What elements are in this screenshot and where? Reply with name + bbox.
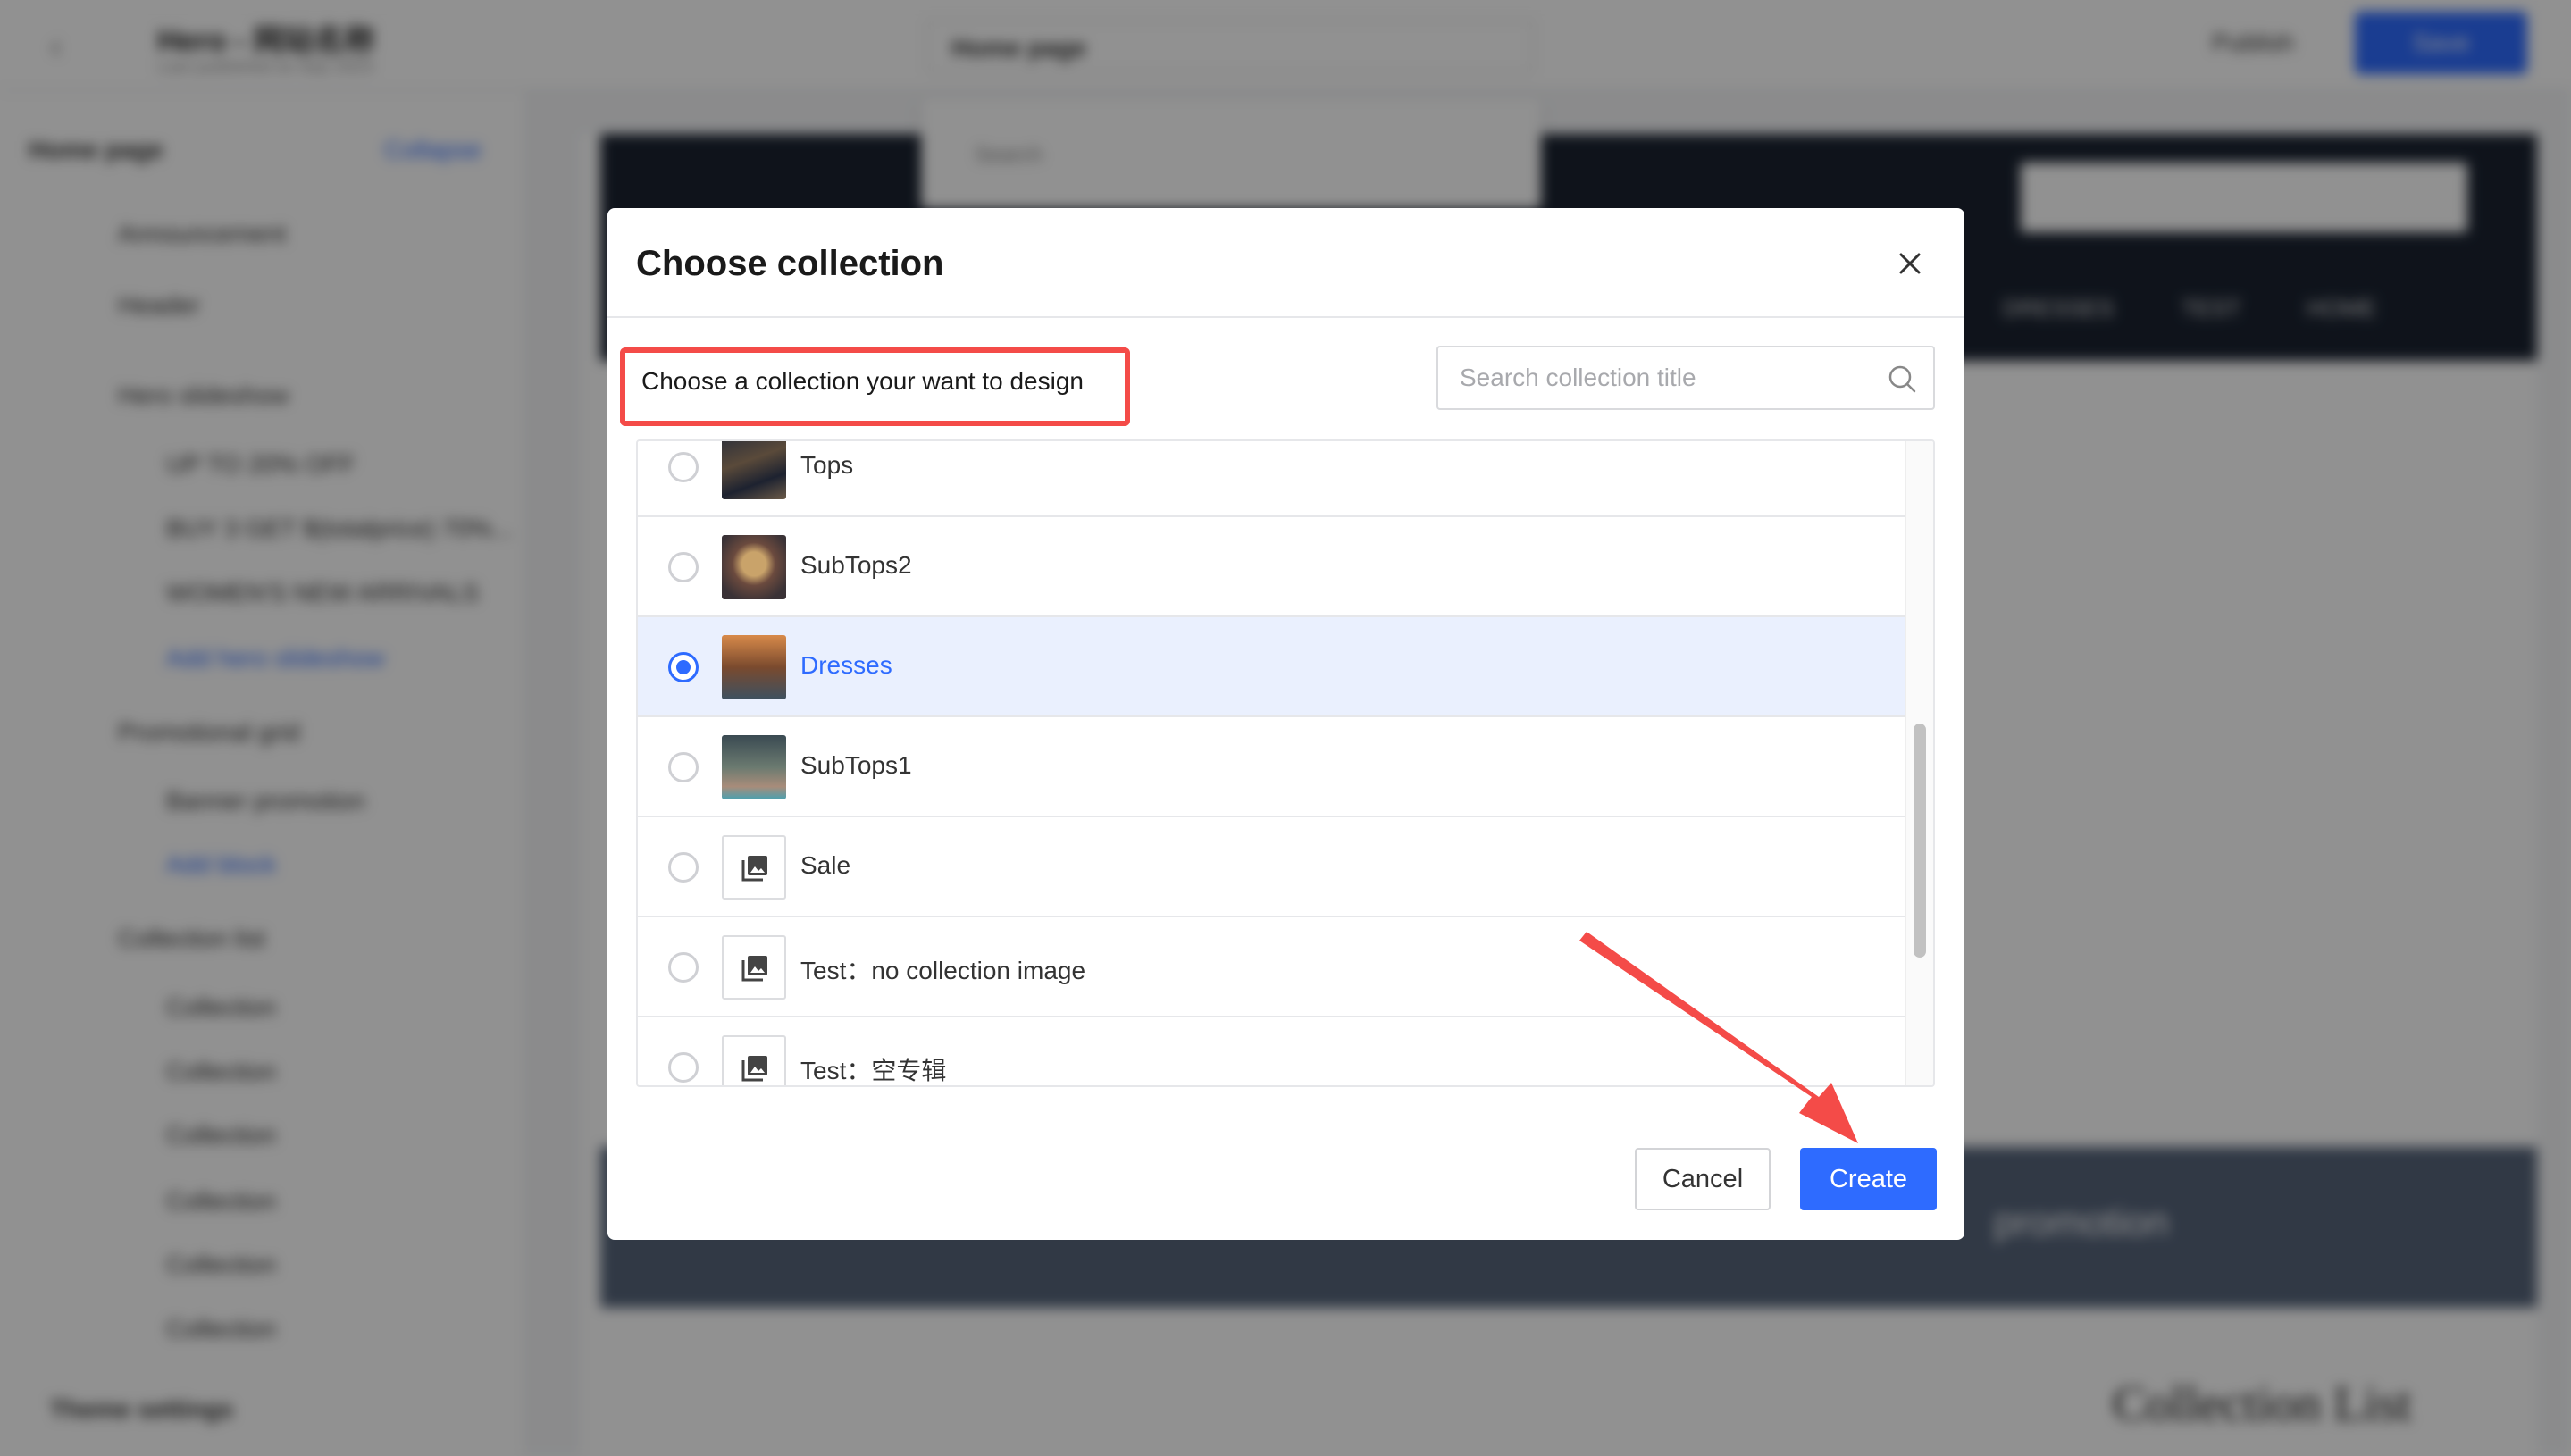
collection-label: Test：空专辑 (800, 1057, 947, 1084)
collection-thumbnail (722, 441, 786, 499)
collection-label: SubTops1 (800, 751, 912, 779)
collection-thumbnail (722, 735, 786, 799)
radio-button[interactable] (668, 452, 699, 482)
collection-label: Test：no collection image (800, 957, 1086, 984)
image-placeholder-icon (722, 935, 786, 1000)
collection-row[interactable]: Test：no collection image (638, 917, 1906, 1017)
collection-row[interactable]: SubTops1 (638, 717, 1906, 817)
radio-button[interactable] (668, 552, 699, 582)
radio-button[interactable] (668, 952, 699, 983)
collection-label: Dresses (800, 651, 892, 679)
collection-row[interactable]: Sale (638, 817, 1906, 917)
collection-row[interactable]: SubTops2 (638, 517, 1906, 617)
collection-row[interactable]: Dresses (638, 617, 1906, 717)
choose-collection-dialog: Choose collection Choose a collection yo… (607, 208, 1964, 1240)
collection-list: Tops SubTops2 Dresses SubTops1 Sale Test：no c… (636, 439, 1935, 1087)
radio-button[interactable] (668, 652, 699, 682)
collection-label: Sale (800, 851, 851, 879)
scrollbar-thumb[interactable] (1914, 724, 1926, 958)
header-divider (607, 316, 1964, 318)
create-button[interactable]: Create (1800, 1148, 1937, 1210)
scrollbar[interactable] (1905, 441, 1933, 1085)
search-icon[interactable] (1887, 364, 1917, 394)
image-placeholder-icon (722, 1035, 786, 1085)
radio-button[interactable] (668, 852, 699, 883)
search-collection-input[interactable] (1436, 346, 1935, 410)
collection-thumbnail (722, 635, 786, 699)
dialog-title: Choose collection (636, 244, 944, 283)
cancel-button[interactable]: Cancel (1635, 1148, 1771, 1210)
instruction-text: Choose a collection your want to design (641, 367, 1084, 395)
collection-row[interactable]: Tops (638, 441, 1906, 517)
collection-label: Tops (800, 451, 854, 479)
collection-thumbnail (722, 535, 786, 599)
radio-button[interactable] (668, 1052, 699, 1083)
collection-row[interactable]: Test：空专辑 (638, 1017, 1906, 1085)
collection-label: SubTops2 (800, 551, 912, 579)
search-input[interactable] (1460, 347, 1871, 408)
radio-button[interactable] (668, 752, 699, 782)
annotation-highlight: Choose a collection your want to design (620, 347, 1130, 426)
close-icon[interactable] (1894, 247, 1926, 280)
image-placeholder-icon (722, 835, 786, 900)
